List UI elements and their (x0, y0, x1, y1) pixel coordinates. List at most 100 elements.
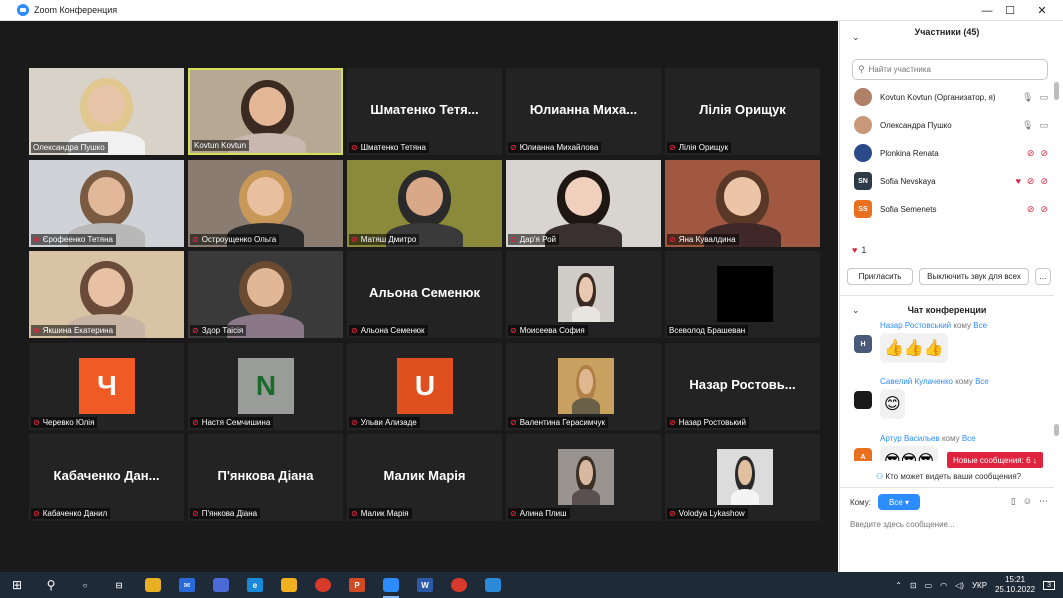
video-tile[interactable]: ⊘ Матяш Дмитро (347, 160, 502, 247)
video-tile[interactable]: Kovtun Kovtun (188, 68, 343, 155)
network-icon[interactable]: ⊡ (910, 581, 917, 590)
file-icon[interactable]: ▯ (1011, 496, 1016, 507)
muted-icon[interactable]: ⊘ (1027, 176, 1035, 187)
message-emoji: 😎😎😎 (880, 446, 939, 461)
photos-app[interactable] (476, 572, 510, 598)
video-tile[interactable]: П'янкова Діана ⊘ П'янкова Діана (188, 434, 343, 521)
participant-row[interactable]: SN Sofia Nevskaya ♥ ⊘ ⊘ (840, 167, 1054, 195)
video-tile[interactable]: ⊘ Остроущенко Ольга (188, 160, 343, 247)
video-tile[interactable]: Шматенко Тетя... ⊘ Шматенко Тетяна (347, 68, 502, 155)
volume-icon[interactable]: ◁) (955, 581, 964, 590)
mail-app[interactable]: ✉ (170, 572, 204, 598)
user-icon: ⚇ (876, 472, 884, 481)
chevron-up-icon[interactable]: ⌃ (895, 581, 902, 590)
video-camera-icon[interactable]: ▭ (1039, 120, 1048, 131)
video-tile[interactable]: Кабаченко Дан... ⊘ Кабаченко Данил (29, 434, 184, 521)
word-app[interactable]: W (408, 572, 442, 598)
wifi-icon[interactable]: ◠ (940, 581, 947, 590)
explorer-app[interactable] (136, 572, 170, 598)
participant-name: Дар'я Рой (519, 235, 557, 244)
participants-header: Участники (45) (914, 27, 980, 37)
more-options-button[interactable]: … (1035, 268, 1051, 285)
video-tile[interactable]: Олександра Пушко (29, 68, 184, 155)
participant-display-name: Юлианна Миха... (529, 102, 638, 117)
store-app[interactable] (272, 572, 306, 598)
recipient-select[interactable]: Все ▾ (878, 494, 920, 510)
muted-icon[interactable]: ⊘ (1027, 148, 1035, 159)
participant-row[interactable]: Kovtun Kovtun (Организатор, я) 🎙 ▭ (840, 83, 1054, 111)
video-tile[interactable]: Малик Марія ⊘ Малик Марія (347, 434, 502, 521)
close-button[interactable]: ✕ (1019, 0, 1063, 21)
video-tile[interactable]: Юлианна Миха... ⊘ Юлианна Михайлова (506, 68, 661, 155)
who-can-see-link[interactable]: ⚇ Кто может видеть ваши сообщения? (876, 472, 1021, 481)
new-messages-badge[interactable]: Новые сообщения: 6 ↓ (947, 452, 1043, 468)
chat-input[interactable] (850, 516, 1045, 532)
video-tile[interactable]: Лілія Орищук ⊘ Лілія Орищук (665, 68, 820, 155)
to-label: Кому: (850, 498, 871, 507)
participant-display-name: Кабаченко Дан... (53, 468, 160, 483)
video-tile[interactable]: ⊘ Здор Таісія (188, 251, 343, 338)
participant-name: Черевко Юлія (42, 418, 95, 427)
powerpoint-app[interactable]: P (340, 572, 374, 598)
video-tile[interactable]: ⊘ Volodya Lykashow (665, 434, 820, 521)
teams-icon (213, 578, 229, 592)
language-indicator[interactable]: УКР (972, 581, 987, 590)
muted-mic-icon: ⊘ (192, 235, 199, 244)
participant-search[interactable]: ⚲ (852, 59, 1048, 80)
participant-name: Ульви Ализаде (360, 418, 417, 427)
start-button[interactable]: ⊞ (0, 572, 34, 598)
zoom-app[interactable] (374, 572, 408, 598)
video-tile[interactable]: Всеволод Брашеван (665, 251, 820, 338)
video-camera-icon[interactable]: ▭ (1039, 92, 1048, 103)
chat-sender: Назар Ростовський кому Все (880, 321, 987, 330)
chrome-app[interactable] (306, 572, 340, 598)
muted-icon[interactable]: ⊘ (1040, 176, 1048, 187)
teams-app[interactable] (204, 572, 238, 598)
microphone-icon[interactable]: 🎙 (1022, 92, 1033, 103)
heart-icon[interactable]: ♥ (1016, 176, 1021, 186)
video-tile[interactable]: Альона Семенюк ⊘ Альона Семенюк (347, 251, 502, 338)
muted-mic-icon: ⊘ (510, 509, 517, 518)
emoji-icon[interactable]: ☺ (1023, 496, 1032, 507)
video-tile[interactable]: ⊘ Валентина Герасимчук (506, 343, 661, 430)
muted-icon[interactable]: ⊘ (1040, 204, 1048, 215)
edge-icon: e (247, 578, 263, 592)
chat-scrollbar[interactable] (1054, 424, 1059, 436)
muted-icon[interactable]: ⊘ (1027, 204, 1035, 215)
mute-all-button[interactable]: Выключить звук для всех (919, 268, 1029, 285)
video-tile[interactable]: U ⊘ Ульви Ализаде (347, 343, 502, 430)
chat-composer: Кому: Все ▾ ▯ ☺ ⋯ (840, 487, 1054, 572)
video-tile[interactable]: ⊘ Єрофеенко Тетяна (29, 160, 184, 247)
video-tile[interactable]: ⊘ Моисеева София (506, 251, 661, 338)
video-tile[interactable]: ⊘ Якшина Екатерина (29, 251, 184, 338)
avatar (854, 144, 872, 162)
muted-mic-icon: ⊘ (33, 326, 40, 335)
battery-icon[interactable]: ▭ (925, 581, 933, 590)
video-tile[interactable]: ⊘ Дар'я Рой (506, 160, 661, 247)
taskview-app[interactable]: ○ (68, 572, 102, 598)
clock[interactable]: 15:21 25.10.2022 (995, 575, 1035, 595)
more-icon[interactable]: ⋯ (1039, 496, 1048, 507)
participant-row[interactable]: Plonkina Renata ⊘ ⊘ (840, 139, 1054, 167)
invite-button[interactable]: Пригласить (847, 268, 913, 285)
video-tile[interactable]: Назар Ростовь... ⊘ Назар Ростовький (665, 343, 820, 430)
widgets-app[interactable]: ⊟ (102, 572, 136, 598)
participant-name: Яна Кувалдина (678, 235, 736, 244)
participant-row[interactable]: Олександра Пушко 🎙 ▭ (840, 111, 1054, 139)
video-tile[interactable]: Ч ⊘ Черевко Юлія (29, 343, 184, 430)
participant-row[interactable]: SS Sofia Semenets ⊘ ⊘ (840, 195, 1054, 223)
participant-search-input[interactable] (868, 65, 1029, 74)
participant-name: Лілія Орищук (678, 143, 729, 152)
video-tile[interactable]: N ⊘ Настя Семчишина (188, 343, 343, 430)
participant-name-label: ⊘ Дар'я Рой (508, 234, 560, 245)
video-tile[interactable]: ⊘ Яна Кувалдина (665, 160, 820, 247)
video-tile[interactable]: ⊘ Алина Плиш (506, 434, 661, 521)
chrome2-app[interactable] (442, 572, 476, 598)
participants-scrollbar[interactable] (1054, 82, 1059, 100)
search-button[interactable]: ⚲ (34, 572, 68, 598)
muted-icon[interactable]: ⊘ (1040, 148, 1048, 159)
notifications-button[interactable]: 3 (1043, 580, 1055, 590)
muted-mic-icon: ⊘ (510, 235, 517, 244)
edge-app[interactable]: e (238, 572, 272, 598)
microphone-icon[interactable]: 🎙 (1022, 120, 1033, 131)
